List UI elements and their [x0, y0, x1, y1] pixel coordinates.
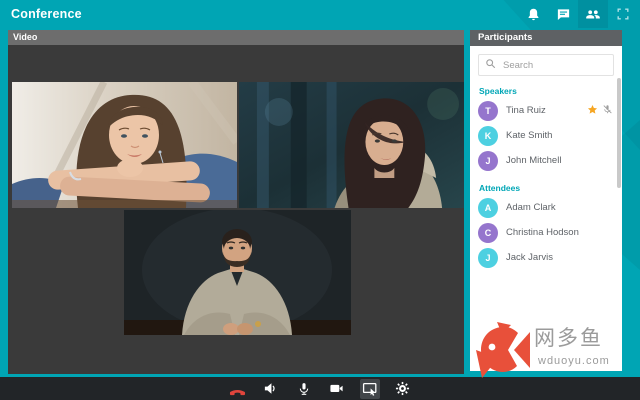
gear-icon — [395, 381, 410, 396]
participant-name: Jack Jarvis — [506, 252, 553, 263]
participant-name: John Mitchell — [506, 155, 562, 166]
watermark-domain-text: wduoyu.com — [538, 355, 610, 367]
remote-video-man — [124, 210, 351, 335]
speaker-icon — [263, 381, 278, 396]
notifications-button[interactable] — [518, 0, 548, 28]
screen-share-cursor-icon — [362, 381, 378, 397]
search-icon — [485, 56, 496, 74]
participant-status-icons — [587, 102, 613, 120]
participant-name: Kate Smith — [506, 130, 553, 141]
settings-button[interactable] — [393, 379, 413, 399]
avatar: K — [478, 125, 498, 146]
conference-app: Conference Video Participants Search Spe… — [0, 0, 640, 400]
watermark-brand-text: 网多鱼 — [534, 327, 603, 350]
video-tile-2[interactable] — [239, 82, 464, 208]
video-panel-title: Video — [8, 30, 464, 45]
participants-search[interactable] — [478, 54, 614, 76]
volume-button[interactable] — [261, 379, 281, 399]
participant-row-christina-hodson[interactable]: C Christina Hodson — [470, 220, 622, 245]
bell-icon — [526, 7, 541, 22]
screen-share-button[interactable] — [359, 378, 380, 399]
microphone-button[interactable] — [294, 379, 314, 399]
topbar-actions — [518, 0, 638, 28]
participant-row-adam-clark[interactable]: A Adam Clark — [470, 195, 622, 220]
camera-button[interactable] — [327, 379, 347, 399]
avatar: T — [478, 100, 498, 121]
hangup-button[interactable] — [228, 379, 248, 399]
section-label-speakers: Speakers — [479, 86, 517, 96]
participant-name: Adam Clark — [506, 202, 556, 213]
search-input[interactable] — [501, 58, 607, 72]
participant-name: Christina Hodson — [506, 227, 579, 238]
fullscreen-button[interactable] — [608, 0, 638, 28]
avatar: J — [478, 150, 498, 171]
participant-row-jack-jarvis[interactable]: J Jack Jarvis — [470, 245, 622, 270]
participants-panel-title: Participants — [470, 30, 622, 46]
participant-row-kate-smith[interactable]: K Kate Smith — [470, 123, 622, 148]
sidebar-scrollbar[interactable] — [617, 78, 621, 188]
participant-row-john-mitchell[interactable]: J John Mitchell — [470, 148, 622, 173]
people-icon — [585, 6, 601, 22]
remote-video-woman-1 — [12, 82, 237, 208]
participant-row-tina-ruiz[interactable]: T Tina Ruiz — [470, 98, 622, 123]
video-tile-1[interactable] — [12, 82, 237, 208]
app-title: Conference — [11, 7, 82, 21]
watermark: 网多鱼 wduoyu.com — [472, 322, 624, 380]
participant-name: Tina Ruiz — [506, 105, 546, 116]
remote-video-woman-2 — [239, 82, 464, 208]
avatar: J — [478, 247, 498, 268]
participants-panel: Participants Speakers T Tina Ruiz K Kate — [470, 30, 622, 371]
videocam-icon — [329, 381, 344, 396]
hangup-phone-icon — [229, 380, 246, 397]
avatar: A — [478, 197, 498, 218]
fullscreen-icon — [616, 7, 630, 21]
top-app-bar: Conference — [0, 0, 640, 28]
fish-logo-icon — [476, 322, 530, 378]
chat-icon — [556, 7, 571, 22]
video-tile-3[interactable] — [124, 210, 351, 335]
mic-icon — [297, 382, 311, 396]
section-label-attendees: Attendees — [479, 183, 521, 193]
avatar: C — [478, 222, 498, 243]
mic-off-icon — [602, 102, 613, 120]
call-control-bar — [0, 377, 640, 400]
star-icon[interactable] — [587, 102, 598, 120]
participants-toggle-button[interactable] — [578, 0, 608, 28]
chat-button[interactable] — [548, 0, 578, 28]
video-panel: Video — [8, 30, 464, 374]
